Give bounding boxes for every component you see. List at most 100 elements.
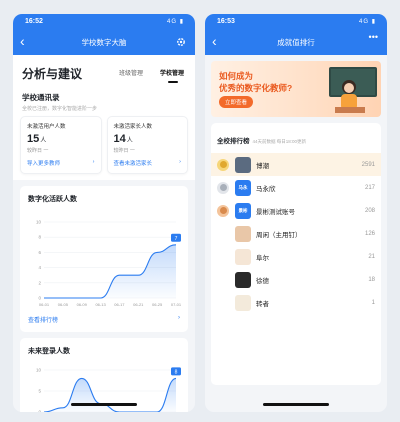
- ranking-row[interactable]: 转者 1: [211, 291, 381, 314]
- user-score: 217: [364, 184, 375, 191]
- y-tick-label: 8: [38, 235, 41, 240]
- ranking-subtitle: 44天前数据 每日18:00更新: [252, 139, 307, 144]
- y-tick-label: 6: [38, 250, 41, 255]
- gold-medal-icon: [217, 158, 229, 171]
- card-value: 14人: [113, 133, 133, 145]
- y-tick-label: 0: [38, 296, 41, 301]
- active-users-chart-panel: 数字化活跃人数 0 2 4 6 8 10 06-01 06-05 06-09 06-13 06-17…: [20, 186, 188, 332]
- avatar: [235, 225, 251, 242]
- series-area: [44, 378, 176, 412]
- view-parents-link[interactable]: 查看未激活家长 ›: [114, 159, 182, 167]
- top-bar: 16:52 4G ▮ ‹ 学校数字大脑: [13, 14, 195, 55]
- x-tick-label: 06-09: [77, 302, 88, 307]
- avatar: 马永: [235, 179, 251, 196]
- chart-title: 数字化活跃人数: [28, 196, 77, 203]
- user-name: 转者: [256, 300, 269, 308]
- y-tick-label: 10: [36, 220, 42, 225]
- card-compare: 较昨日 一: [27, 148, 49, 154]
- contacts-cards: 未激活用户人数 15人 较昨日 一 导入更多教师 › 未激活家长人数 14人 较昨…: [13, 116, 195, 180]
- y-tick-label: 2: [38, 280, 41, 285]
- x-tick-label: 06-05: [58, 302, 69, 307]
- ranking-row[interactable]: 阜尔 21: [211, 245, 381, 268]
- x-tick-label: 06-01: [39, 302, 50, 307]
- ranking-list: 博潮 2591 马永 马永欣 217 景彬 景彬测试账号 208 周闲（主用钉） 126 阜尔 21 徐…: [211, 153, 381, 314]
- tab-class-management[interactable]: 班级管理: [119, 68, 143, 77]
- user-name: 博潮: [256, 162, 269, 170]
- bronze-medal-icon: [217, 204, 229, 217]
- chevron-right-icon: ›: [179, 159, 181, 165]
- left-screen: 16:52 4G ▮ ‹ 学校数字大脑 分析与建议 班级管理 学校管理 学校通讯…: [13, 14, 195, 412]
- ranking-row[interactable]: 景彬 景彬测试账号 208: [211, 199, 381, 222]
- banner-line1: 如何成为: [219, 71, 254, 81]
- user-name: 景彬测试账号: [256, 208, 295, 216]
- more-icon[interactable]: •••: [369, 32, 378, 42]
- avatar: [235, 271, 251, 288]
- avatar: 景彬: [235, 202, 251, 219]
- x-tick-label: 06-13: [95, 302, 106, 307]
- ranking-row[interactable]: 徐德 18: [211, 268, 381, 291]
- import-teachers-link[interactable]: 导入更多教师 ›: [27, 159, 95, 167]
- contacts-section: 学校通讯录 全校已注册，数字化智能进阶一步 未激活用户人数 15人 较昨日 一 …: [13, 88, 195, 180]
- ranking-title: 全校排行榜: [217, 138, 250, 145]
- y-tick-label: 10: [36, 368, 42, 373]
- nav-bar: ‹ 学校数字大脑: [13, 30, 195, 55]
- contacts-title: 学校通讯录: [22, 93, 60, 102]
- nav-bar: ‹ 成就值排行 •••: [205, 30, 387, 55]
- card-label: 未激活用户人数: [27, 124, 66, 130]
- user-score: 18: [368, 276, 375, 283]
- card-value: 15人: [27, 133, 47, 145]
- x-tick-label: 06-25: [152, 302, 163, 307]
- view-now-button[interactable]: 立即查看: [219, 96, 254, 108]
- tab-school-management[interactable]: 学校管理: [160, 68, 184, 77]
- contacts-subtitle: 全校已注册，数字化智能进阶一步: [22, 106, 98, 112]
- y-tick-label: 5: [38, 389, 41, 394]
- chart-title: 未来登录人数: [28, 348, 70, 355]
- page-header: 分析与建议 班级管理 学校管理: [13, 55, 195, 88]
- nav-title: 成就值排行: [277, 38, 315, 47]
- ranking-card: 全校排行榜 44天前数据 每日18:00更新 博潮 2591 马永 马永欣 217 景彬 景彬…: [211, 123, 381, 385]
- active-users-chart: 0 2 4 6 8 10 06-01 06-05 06-09 06-13 06-17 06-21 06-…: [36, 220, 182, 308]
- x-tick-label: 07-01: [171, 302, 182, 307]
- ranking-row[interactable]: 博潮 2591: [211, 153, 381, 176]
- user-score: 208: [364, 207, 375, 214]
- user-score: 1: [371, 299, 375, 306]
- end-value-label: 7: [175, 236, 178, 242]
- end-value-label: 8: [175, 369, 178, 375]
- card-compare: 较昨日 一: [113, 148, 135, 154]
- home-indicator: [71, 403, 137, 406]
- view-ranking-link[interactable]: 查看排行榜 ›: [28, 315, 180, 324]
- promo-banner[interactable]: 如何成为 优秀的数字化教师? 立即查看: [211, 61, 381, 117]
- avatar: [235, 156, 251, 173]
- signal-indicator: 4G ▮: [359, 19, 376, 25]
- avatar: [235, 294, 251, 311]
- user-name: 徐德: [256, 277, 269, 285]
- card-label: 未激活家长人数: [113, 124, 153, 130]
- status-time: 16:52: [25, 18, 43, 25]
- silver-medal-icon: [217, 181, 229, 194]
- y-tick-label: 0: [38, 410, 41, 413]
- status-bar: 16:53 4G ▮: [205, 14, 387, 30]
- user-score: 2591: [361, 161, 375, 168]
- chevron-right-icon: ›: [92, 159, 95, 165]
- teacher-illustration: [329, 67, 377, 113]
- banner-line2: 优秀的数字化教师?: [219, 83, 293, 93]
- x-tick-label: 06-17: [114, 302, 125, 307]
- signal-indicator: 4G ▮: [167, 19, 184, 25]
- series-line: [43, 377, 177, 412]
- user-score: 126: [364, 230, 375, 237]
- network-type: 4G: [167, 19, 178, 25]
- stat-card-parents: 未激活家长人数 14人 较昨日 一 查看未激活家长 ›: [106, 116, 188, 174]
- home-indicator: [263, 403, 329, 406]
- avatar: [235, 248, 251, 265]
- status-bar: 16:52 4G ▮: [13, 14, 195, 30]
- ranking-row[interactable]: 周闲（主用钉） 126: [211, 222, 381, 245]
- tab-underline: [168, 81, 178, 83]
- user-name: 马永欣: [256, 185, 276, 193]
- user-score: 21: [368, 253, 375, 260]
- ranking-header: 全校排行榜 44天前数据 每日18:00更新: [211, 123, 381, 153]
- ranking-row[interactable]: 马永 马永欣 217: [211, 176, 381, 199]
- right-screen: 16:53 4G ▮ ‹ 成就值排行 ••• 如何成为 优秀的数字化教师? 立即…: [205, 14, 387, 412]
- settings-icon[interactable]: [176, 34, 186, 52]
- top-bar: 16:53 4G ▮ ‹ 成就值排行 •••: [205, 14, 387, 55]
- nav-title: 学校数字大脑: [81, 38, 127, 47]
